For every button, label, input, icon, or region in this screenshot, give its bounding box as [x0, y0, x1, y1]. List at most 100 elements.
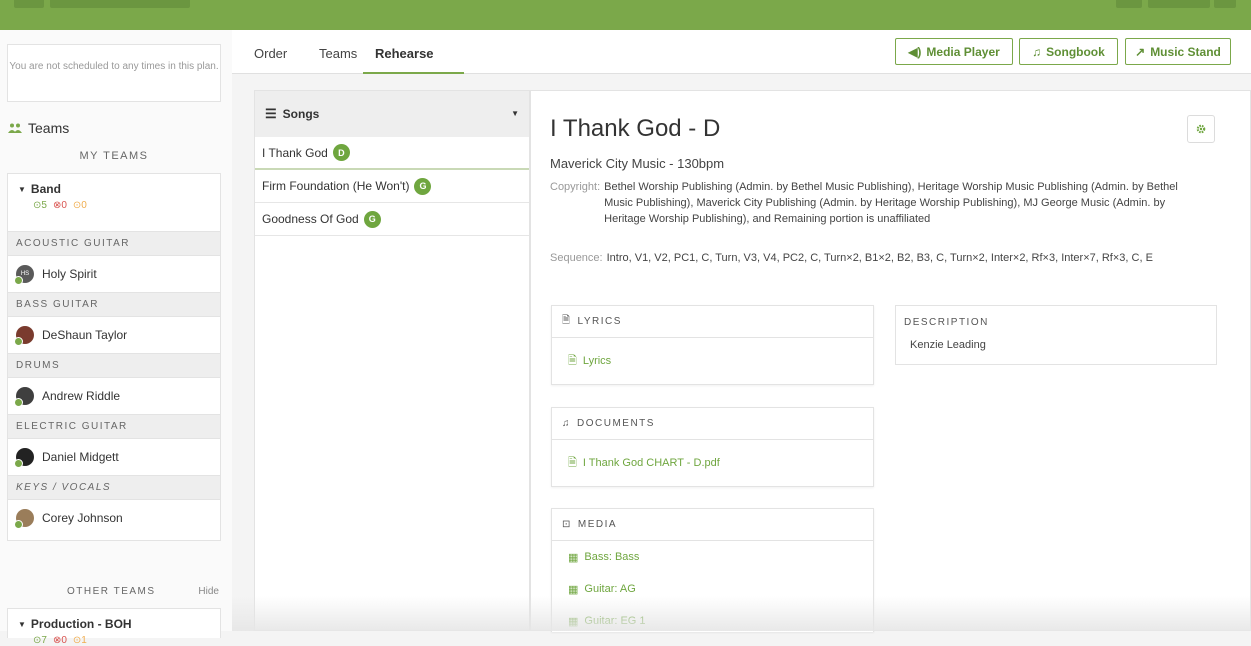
songs-dropdown[interactable]: ☰ Songs ▼ [255, 91, 529, 137]
media-item-label: Bass: Bass [584, 551, 640, 563]
team-member[interactable]: HS Holy Spirit [8, 255, 220, 292]
documents-card: ♫ DOCUMENTS 🗎 I Thank God CHART - D.pdf [551, 407, 874, 487]
media-icon: ⊡ [562, 519, 572, 530]
band-team-card: ▼ Band ⊙5 ⊗0 ⊙0 ACOUSTIC GUITAR HS Holy S… [7, 173, 221, 541]
team-member[interactable]: Daniel Midgett [8, 438, 220, 475]
document-link-label: I Thank God CHART - D.pdf [582, 457, 720, 469]
speaker-icon: ◀) [908, 44, 922, 59]
documents-card-header: ♫ DOCUMENTS [552, 408, 873, 440]
music-stand-button[interactable]: ↗ Music Stand [1125, 38, 1231, 65]
music-stand-label: Music Stand [1150, 44, 1221, 59]
songs-header-label: Songs [282, 107, 320, 121]
audio-file-icon: ▦ [568, 551, 579, 564]
lyrics-link-label: Lyrics [582, 355, 612, 367]
sidebar: You are not scheduled to any times in th… [0, 30, 232, 646]
description-text: Kenzie Leading [910, 339, 986, 351]
song-detail-title: I Thank God - D [550, 115, 721, 142]
song-title: Goodness Of God [262, 212, 359, 226]
lyrics-card: 🗎 LYRICS 🗎 Lyrics [551, 305, 874, 385]
media-item[interactable]: ▦ Guitar: EG 1 [552, 605, 873, 637]
team-member[interactable]: Corey Johnson [8, 499, 220, 536]
position-header: DRUMS [8, 353, 220, 377]
music-note-icon: ♫ [562, 418, 571, 429]
description-header: DESCRIPTION [904, 317, 989, 328]
audio-file-icon: ▦ [568, 615, 579, 628]
hide-other-teams-link[interactable]: Hide [198, 586, 219, 597]
audio-file-icon: ▦ [568, 583, 579, 596]
confirmed-icon: ⊙5 [33, 200, 47, 211]
media-player-button[interactable]: ◀) Media Player [895, 38, 1013, 65]
declined-icon: ⊗0 [52, 635, 67, 646]
media-card-header: ⊡ MEDIA [552, 509, 873, 541]
top-bar-more-button[interactable] [1214, 0, 1236, 8]
member-name: Andrew Riddle [42, 389, 121, 403]
top-bar-icon-button[interactable] [1116, 0, 1142, 8]
tab-bar: Order Teams Rehearse ◀) Media Player ♫ S… [232, 30, 1251, 74]
songbook-button[interactable]: ♫ Songbook [1019, 38, 1118, 65]
song-key-badge: G [414, 177, 432, 195]
avatar: HS [14, 265, 34, 285]
media-card: ⊡ MEDIA ▦ Bass: Bass ▦ Guitar: AG ▦ Guit… [551, 508, 874, 632]
media-item[interactable]: ▦ Bass: Bass [552, 541, 873, 573]
document-link[interactable]: 🗎 I Thank God CHART - D.pdf [552, 440, 873, 486]
external-link-icon: ↗ [1135, 44, 1146, 59]
avatar [14, 448, 34, 468]
avatar [14, 509, 34, 529]
copyright-text: Bethel Worship Publishing (Admin. by Bet… [604, 181, 1178, 225]
production-team-card: ▼ Production - BOH ⊙7 ⊗0 ⊙1 [7, 608, 221, 646]
songs-panel: ☰ Songs ▼ I Thank God D Firm Foundation … [254, 90, 530, 631]
description-card: DESCRIPTION Kenzie Leading [895, 305, 1217, 365]
media-item[interactable]: ▦ Guitar: AG [552, 573, 873, 605]
teams-title: Teams [28, 120, 70, 136]
position-header: BASS GUITAR [8, 292, 220, 316]
document-icon: 🗎 [562, 315, 572, 326]
active-tab-indicator [363, 72, 464, 74]
song-key-badge: G [363, 210, 381, 228]
avatar [14, 326, 34, 346]
sequence-row: Sequence: Intro, V1, V2, PC1, C, Turn, V… [550, 250, 1190, 266]
declined-icon: ⊗0 [52, 200, 67, 211]
song-item[interactable]: I Thank God D [255, 137, 529, 170]
band-team-stats: ⊙5 ⊗0 ⊙0 [8, 196, 220, 211]
top-bar [0, 0, 1251, 30]
caret-down-icon: ▼ [18, 184, 26, 194]
media-player-label: Media Player [926, 44, 1000, 59]
song-key-badge: D [332, 144, 350, 161]
band-team-toggle[interactable]: ▼ Band [8, 174, 220, 196]
avatar [14, 387, 34, 407]
pending-icon: ⊙0 [72, 200, 87, 211]
music-note-icon: ♫ [1032, 44, 1042, 59]
confirmed-icon: ⊙7 [33, 635, 47, 646]
song-title: Firm Foundation (He Won't) [262, 179, 410, 193]
top-bar-menu-button[interactable] [14, 0, 44, 8]
copyright-row: Copyright: Bethel Worship Publishing (Ad… [550, 179, 1190, 227]
copyright-label: Copyright: [550, 181, 601, 193]
member-name: DeShaun Taylor [42, 328, 128, 342]
production-team-name: Production - BOH [30, 617, 132, 631]
song-item[interactable]: Goodness Of God G [255, 203, 529, 236]
teams-header: Teams [8, 120, 69, 136]
lyrics-link[interactable]: 🗎 Lyrics [552, 338, 873, 384]
sequence-label: Sequence: [550, 252, 603, 264]
tab-rehearse[interactable]: Rehearse [375, 46, 434, 61]
sequence-text: Intro, V1, V2, PC1, C, Turn, V3, V4, PC2… [606, 252, 1153, 264]
team-member[interactable]: DeShaun Taylor [8, 316, 220, 353]
production-team-toggle[interactable]: ▼ Production - BOH [8, 609, 220, 631]
song-item[interactable]: Firm Foundation (He Won't) G [255, 170, 529, 203]
tab-teams[interactable]: Teams [319, 46, 357, 61]
top-bar-account-button[interactable] [1148, 0, 1210, 8]
position-header: ELECTRIC GUITAR [8, 414, 220, 438]
member-name: Corey Johnson [42, 511, 123, 525]
main-area: Order Teams Rehearse ◀) Media Player ♫ S… [232, 30, 1251, 632]
tab-order[interactable]: Order [254, 46, 287, 61]
settings-button[interactable] [1187, 115, 1215, 143]
my-teams-label: MY TEAMS [79, 150, 149, 162]
team-member[interactable]: Andrew Riddle [8, 377, 220, 414]
position-header: KEYS / VOCALS [8, 475, 220, 499]
top-bar-plan-date[interactable] [50, 0, 190, 8]
schedule-notice: You are not scheduled to any times in th… [7, 44, 221, 102]
songbook-label: Songbook [1046, 44, 1105, 59]
member-name: Holy Spirit [42, 267, 97, 281]
document-icon: 🗎 [568, 354, 577, 367]
song-title: I Thank God [262, 145, 328, 160]
